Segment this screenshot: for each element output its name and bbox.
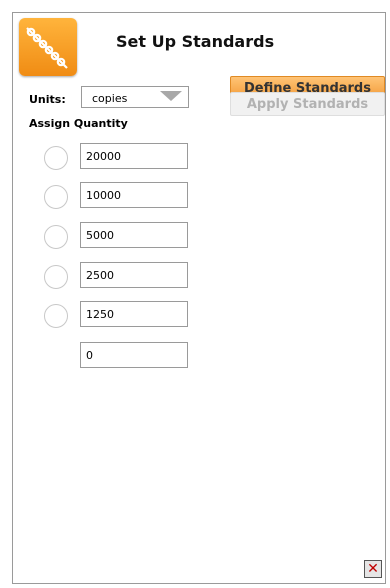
quantity-value: 10000 [86, 189, 121, 202]
close-icon: ✕ [367, 561, 379, 577]
quantity-radio-2[interactable] [44, 185, 68, 209]
quantity-input-3[interactable]: 5000 [80, 222, 188, 248]
quantity-input-6[interactable]: 0 [80, 342, 188, 368]
chevron-down-icon [160, 91, 182, 101]
apply-standards-button[interactable]: Apply Standards [230, 92, 385, 116]
quantity-radio-3[interactable] [44, 225, 68, 249]
units-label: Units: [29, 93, 66, 106]
units-selected-value: copies [92, 92, 128, 105]
assign-quantity-label: Assign Quantity [29, 117, 128, 130]
quantity-input-1[interactable]: 20000 [80, 143, 188, 169]
quantity-radio-1[interactable] [44, 146, 68, 170]
quantity-input-5[interactable]: 1250 [80, 301, 188, 327]
quantity-value: 5000 [86, 229, 114, 242]
quantity-value: 0 [86, 349, 93, 362]
quantity-radio-4[interactable] [44, 265, 68, 289]
quantity-input-4[interactable]: 2500 [80, 262, 188, 288]
dilution-series-icon [19, 18, 77, 76]
quantity-input-2[interactable]: 10000 [80, 182, 188, 208]
quantity-radio-5[interactable] [44, 304, 68, 328]
close-button[interactable]: ✕ [364, 560, 382, 578]
units-select[interactable]: copies [81, 86, 189, 108]
dialog-title: Set Up Standards [116, 32, 275, 51]
quantity-value: 1250 [86, 308, 114, 321]
quantity-value: 20000 [86, 150, 121, 163]
quantity-value: 2500 [86, 269, 114, 282]
